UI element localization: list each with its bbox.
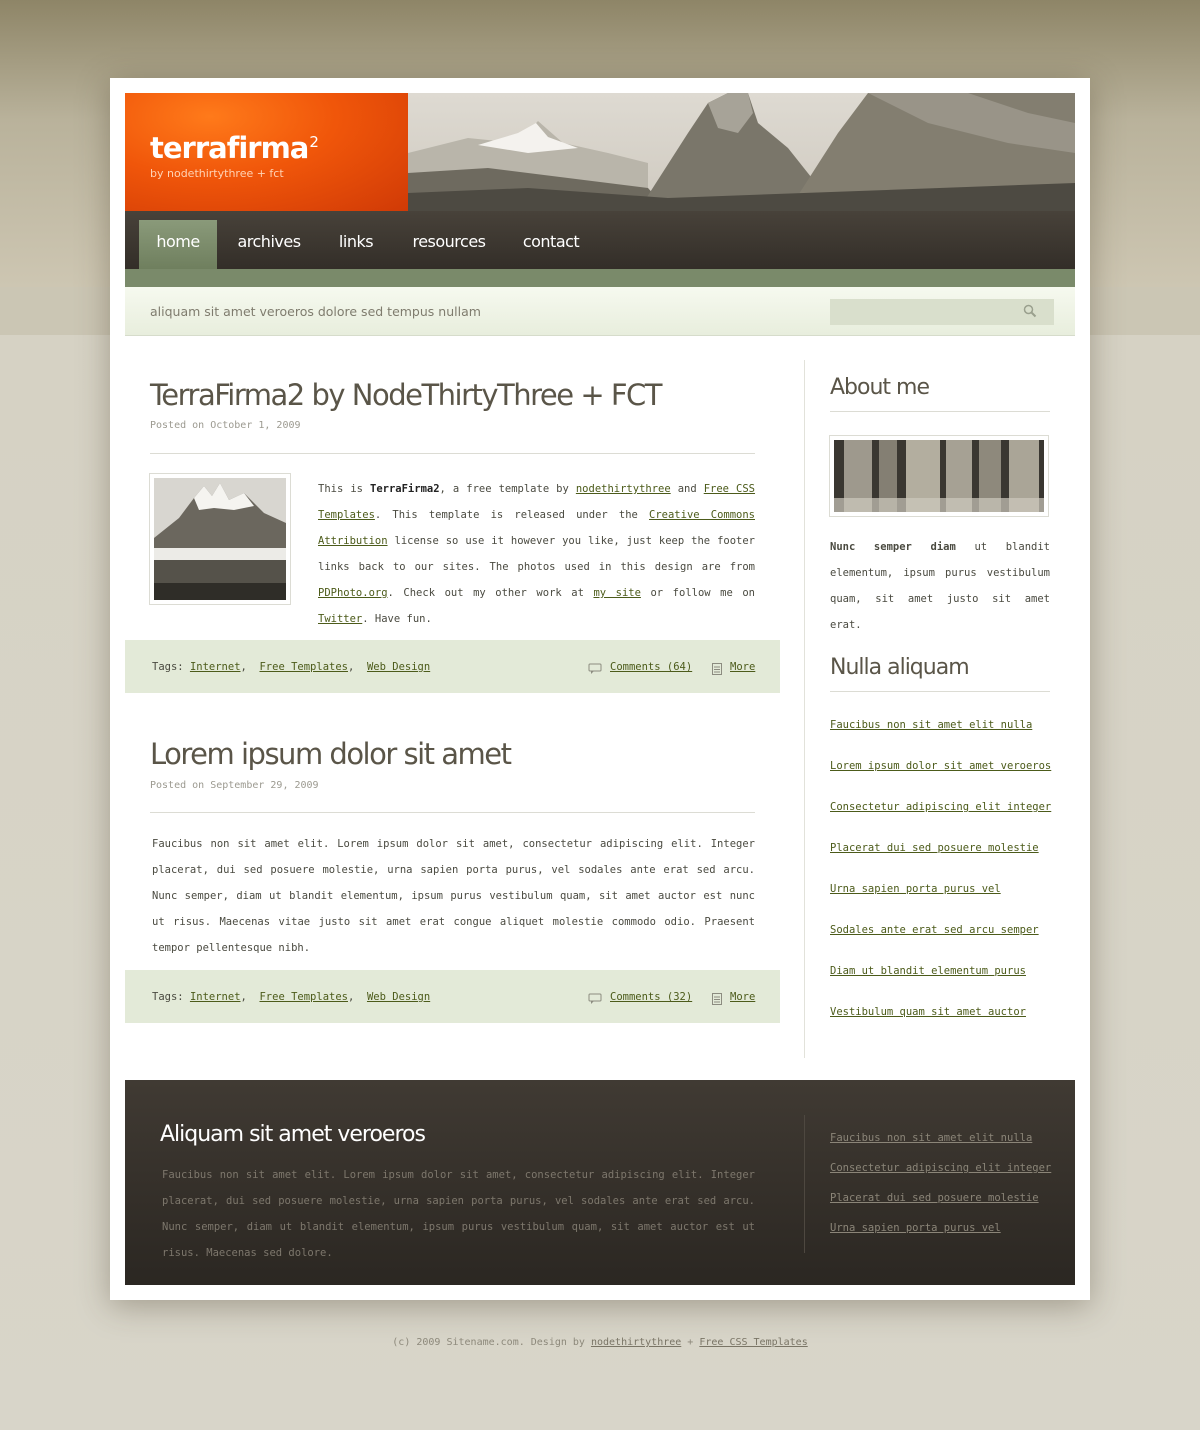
- footer-title: Aliquam sit amet veroeros: [160, 1122, 426, 1147]
- nav-contact[interactable]: contact: [507, 220, 595, 269]
- sidebar-link[interactable]: Consectetur adipiscing elit integer: [830, 801, 1051, 813]
- sidebar-link[interactable]: Vestibulum quam sit amet auctor: [830, 1006, 1026, 1018]
- footer-link[interactable]: Urna sapien porta purus vel: [830, 1222, 1001, 1234]
- sidebar-rule: [830, 411, 1050, 412]
- search-icon[interactable]: [1023, 304, 1037, 318]
- post-title[interactable]: TerraFirma2 by NodeThirtyThree + FCT: [150, 378, 663, 412]
- link-pdphoto[interactable]: PDPhoto.org: [318, 587, 388, 599]
- post-footer: Tags: Internet, Free Templates, Web Desi…: [125, 640, 780, 693]
- subbar: aliquam sit amet veroeros dolore sed tem…: [125, 287, 1075, 336]
- header-mountain-image: [408, 93, 1075, 211]
- tag-link[interactable]: Internet: [190, 991, 241, 1003]
- main-nav: home archives links resources contact: [125, 211, 1075, 269]
- comment-icon: [588, 993, 602, 1004]
- link-my-site[interactable]: my site: [593, 587, 640, 599]
- footer: Aliquam sit amet veroeros Faucibus non s…: [125, 1080, 1075, 1285]
- nav-archives[interactable]: archives: [229, 220, 309, 269]
- post-tags: Tags: Internet, Free Templates, Web Desi…: [152, 991, 431, 1003]
- comments-link[interactable]: Comments (64): [610, 661, 692, 673]
- nav-links[interactable]: links: [321, 220, 391, 269]
- tag-link[interactable]: Free Templates: [259, 991, 348, 1003]
- page-container: terrafirma2 by nodethirtythree + fct hom…: [110, 78, 1090, 1300]
- post-body: Faucibus non sit amet elit. Lorem ipsum …: [152, 838, 755, 954]
- post-body: This is TerraFirma2, a free template by …: [318, 483, 756, 625]
- about-title: About me: [830, 375, 930, 400]
- document-icon: [712, 663, 722, 675]
- post-thumbnail: [149, 473, 291, 605]
- post-divider: [150, 812, 755, 813]
- post-tags: Tags: Internet, Free Templates, Web Desi…: [152, 661, 431, 673]
- footer-text: Faucibus non sit amet elit. Lorem ipsum …: [162, 1169, 755, 1259]
- header: terrafirma2 by nodethirtythree + fct: [125, 93, 1075, 211]
- tag-link[interactable]: Free Templates: [259, 661, 348, 673]
- sidebar-link[interactable]: Lorem ipsum dolor sit amet veroeros: [830, 760, 1051, 772]
- logo-title-text: terrafirma: [150, 131, 309, 165]
- post-title[interactable]: Lorem ipsum dolor sit amet: [150, 737, 512, 771]
- logo-subtitle: by nodethirtythree + fct: [150, 167, 284, 180]
- about-text: Nunc semper diam ut blandit elementum, i…: [830, 541, 1050, 631]
- footer-link[interactable]: Faucibus non sit amet elit nulla: [830, 1132, 1032, 1144]
- post-footer: Tags: Internet, Free Templates, Web Desi…: [125, 970, 780, 1023]
- logo-superscript: 2: [309, 133, 318, 152]
- logo-title: terrafirma2: [150, 131, 319, 165]
- footer-divider: [804, 1115, 805, 1253]
- nav-home[interactable]: home: [139, 220, 217, 269]
- document-icon: [712, 993, 722, 1005]
- logo[interactable]: terrafirma2 by nodethirtythree + fct: [125, 93, 408, 211]
- more-link[interactable]: More: [730, 991, 755, 1003]
- tag-link[interactable]: Internet: [190, 661, 241, 673]
- link-nodethirtythree[interactable]: nodethirtythree: [576, 483, 671, 495]
- post-divider: [150, 453, 755, 454]
- sidebar-link[interactable]: Diam ut blandit elementum purus: [830, 965, 1026, 977]
- sidebar-link[interactable]: Faucibus non sit amet elit nulla: [830, 719, 1032, 731]
- search-input[interactable]: [830, 299, 1054, 325]
- nav-resources[interactable]: resources: [403, 220, 495, 269]
- nav-accent-strip: [125, 269, 1075, 287]
- about-image: [829, 435, 1049, 517]
- sidebar-link[interactable]: Sodales ante erat sed arcu semper: [830, 924, 1039, 936]
- tagline: aliquam sit amet veroeros dolore sed tem…: [150, 304, 481, 319]
- post-date: Posted on September 29, 2009: [150, 780, 319, 791]
- link-twitter[interactable]: Twitter: [318, 613, 362, 625]
- footer-link[interactable]: Consectetur adipiscing elit integer: [830, 1162, 1051, 1174]
- footer-link[interactable]: Placerat dui sed posuere molestie: [830, 1192, 1039, 1204]
- links-title: Nulla aliquam: [830, 655, 970, 680]
- more-link[interactable]: More: [730, 661, 755, 673]
- sidebar-link[interactable]: Placerat dui sed posuere molestie: [830, 842, 1039, 854]
- tag-link[interactable]: Web Design: [367, 991, 430, 1003]
- post-date: Posted on October 1, 2009: [150, 420, 301, 431]
- copyright: (c) 2009 Sitename.com. Design by nodethi…: [392, 1337, 808, 1348]
- comment-icon: [588, 663, 602, 674]
- tag-link[interactable]: Web Design: [367, 661, 430, 673]
- sidebar-link[interactable]: Urna sapien porta purus vel: [830, 883, 1001, 895]
- comments-link[interactable]: Comments (32): [610, 991, 692, 1003]
- copyright-link-nodethirtythree[interactable]: nodethirtythree: [591, 1337, 681, 1348]
- sidebar-rule: [830, 691, 1050, 692]
- copyright-link-free-css-templates[interactable]: Free CSS Templates: [699, 1337, 807, 1348]
- sidebar-divider: [804, 360, 805, 1058]
